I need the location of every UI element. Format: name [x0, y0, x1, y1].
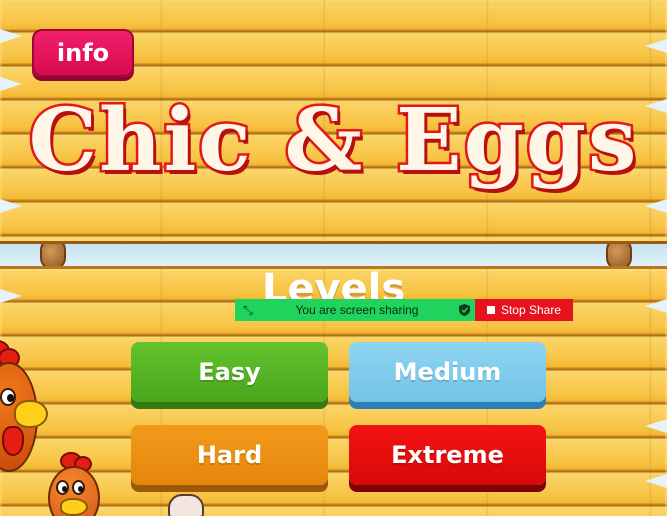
board-notch	[645, 474, 667, 488]
hen-illustration	[42, 452, 112, 516]
stop-share-label: Stop Share	[500, 303, 562, 317]
screen-share-text: You are screen sharing	[295, 303, 419, 317]
extreme-level-button[interactable]: Extreme	[349, 425, 546, 485]
easy-level-button[interactable]: Easy	[131, 342, 328, 402]
medium-level-button[interactable]: Medium	[349, 342, 546, 402]
board-notch	[0, 199, 22, 213]
hen-eye	[72, 480, 85, 495]
stop-share-button[interactable]: Stop Share	[475, 299, 573, 321]
screen-share-bar: ⤡ You are screen sharing Stop Share	[235, 299, 573, 321]
hen-eye	[56, 480, 69, 495]
game-title: Chic & Eggs	[26, 88, 639, 194]
screen-share-status: ⤡ You are screen sharing	[235, 299, 475, 321]
stop-square-icon	[486, 306, 495, 314]
rooster-eye	[0, 388, 16, 406]
board-notch	[0, 29, 22, 43]
rooster-wattle	[2, 426, 24, 456]
hen-beak	[60, 498, 88, 516]
hard-level-button[interactable]: Hard	[131, 425, 328, 485]
board-notch	[645, 419, 667, 433]
board-notch	[645, 39, 667, 53]
info-button[interactable]: info	[32, 29, 134, 77]
rooster-beak	[14, 400, 48, 428]
board-notch	[0, 77, 22, 91]
shield-check-icon	[453, 304, 475, 316]
board-notch	[645, 199, 667, 213]
drag-handle-icon[interactable]: ⤡	[235, 303, 261, 318]
chicken-claw-illustration	[168, 494, 204, 516]
